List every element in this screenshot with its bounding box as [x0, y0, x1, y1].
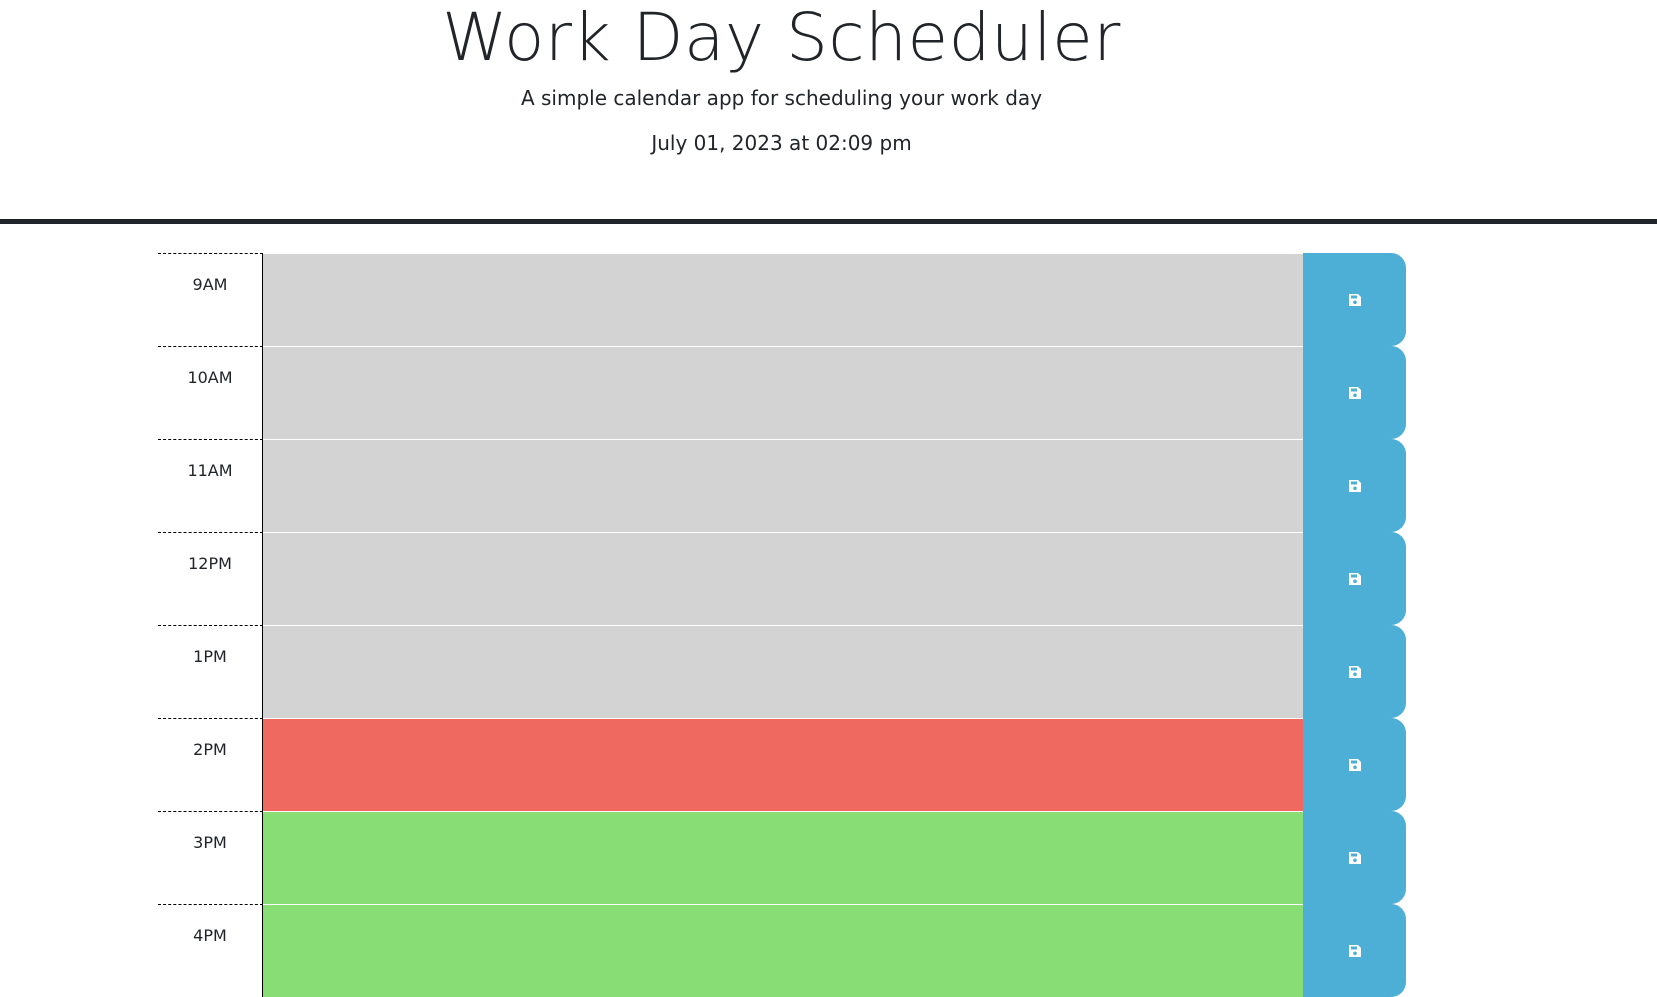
time-block-row: 12PM — [158, 532, 1408, 625]
event-description-input[interactable] — [263, 811, 1303, 904]
time-block-row: 3PM — [158, 811, 1408, 904]
save-button[interactable] — [1303, 625, 1406, 718]
time-block-row: 11AM — [158, 439, 1408, 532]
time-block-row: 2PM — [158, 718, 1408, 811]
save-button[interactable] — [1303, 346, 1406, 439]
hour-label: 4PM — [158, 904, 263, 997]
event-description-input[interactable] — [263, 718, 1303, 811]
save-button[interactable] — [1303, 532, 1406, 625]
event-description-input[interactable] — [263, 625, 1303, 718]
save-icon — [1348, 851, 1361, 864]
save-icon — [1348, 479, 1361, 492]
save-button[interactable] — [1303, 718, 1406, 811]
save-button[interactable] — [1303, 811, 1406, 904]
time-block-row: 9AM — [158, 253, 1408, 346]
event-description-input[interactable] — [263, 904, 1303, 997]
schedule-container: 9AM 10AM 11AM 12PM 1PM 2PM 3PM 4PM — [158, 253, 1408, 997]
save-icon — [1348, 758, 1361, 771]
save-icon — [1348, 944, 1361, 957]
save-icon — [1348, 572, 1361, 585]
hour-label: 3PM — [158, 811, 263, 904]
hour-label: 1PM — [158, 625, 263, 718]
save-icon — [1348, 386, 1361, 399]
event-description-input[interactable] — [263, 532, 1303, 625]
page-subtitle: A simple calendar app for scheduling you… — [520, 86, 1043, 110]
event-description-input[interactable] — [263, 439, 1303, 532]
hour-label: 11AM — [158, 439, 263, 532]
hour-label: 9AM — [158, 253, 263, 346]
save-button[interactable] — [1303, 439, 1406, 532]
save-button[interactable] — [1303, 253, 1406, 346]
page-header: Work Day Scheduler A simple calendar app… — [0, 0, 1657, 224]
time-block-row: 10AM — [158, 346, 1408, 439]
event-description-input[interactable] — [263, 253, 1303, 346]
hour-label: 10AM — [158, 346, 263, 439]
save-button[interactable] — [1303, 904, 1406, 997]
time-block-row: 1PM — [158, 625, 1408, 718]
event-description-input[interactable] — [263, 346, 1303, 439]
save-icon — [1348, 293, 1361, 306]
save-icon — [1348, 665, 1361, 678]
hour-label: 2PM — [158, 718, 263, 811]
page-title: Work Day Scheduler — [442, 0, 1121, 76]
hour-label: 12PM — [158, 532, 263, 625]
current-date-time: July 01, 2023 at 02:09 pm — [651, 131, 912, 155]
time-block-row: 4PM — [158, 904, 1408, 997]
